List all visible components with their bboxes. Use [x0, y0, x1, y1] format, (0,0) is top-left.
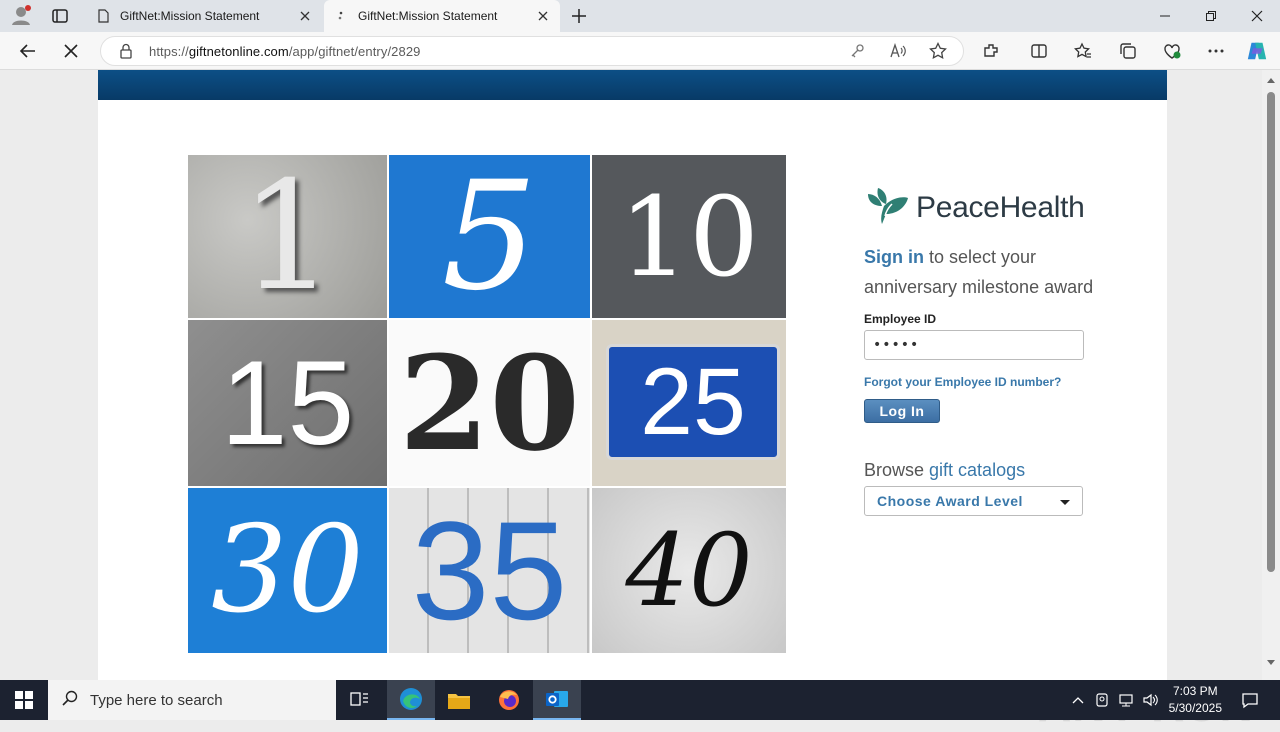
- dove-leaf-icon: [864, 184, 910, 231]
- blue-plaque: 25: [606, 344, 780, 460]
- close-tab-icon[interactable]: [536, 9, 550, 23]
- sign-in-link[interactable]: Sign in: [864, 247, 924, 267]
- page-icon: [96, 9, 110, 23]
- tab-giftnet-2[interactable]: GiftNet:Mission Statement: [324, 0, 560, 32]
- copilot-icon[interactable]: [1246, 40, 1268, 62]
- milestone-tile-15: 15: [188, 320, 387, 486]
- taskbar-search-box[interactable]: Type here to search: [48, 680, 336, 720]
- notifications-icon[interactable]: [1226, 680, 1274, 720]
- browser-tabbar: GiftNet:Mission Statement GiftNet:Missio…: [0, 0, 1280, 32]
- signin-prompt: Sign in to select your anniversary miles…: [864, 242, 1124, 302]
- back-arrow-icon[interactable]: [17, 40, 39, 62]
- key-icon[interactable]: [849, 43, 865, 64]
- browse-catalogs-heading: Browse gift catalogs: [864, 460, 1026, 480]
- milestone-tile-35: 35: [389, 488, 590, 653]
- close-window-icon[interactable]: [1234, 0, 1280, 32]
- page-viewport: 1 5 10 15 20 25 30 35 40 PeaceHealth Sig…: [0, 70, 1262, 731]
- edge-taskbar-icon[interactable]: [387, 680, 435, 720]
- milestone-tile-5: 5: [389, 155, 590, 318]
- address-bar[interactable]: https://giftnetonline.com/app/giftnet/en…: [100, 36, 964, 66]
- milestone-tile-40: 40: [592, 488, 786, 653]
- stop-loading-icon[interactable]: [60, 40, 82, 62]
- header-banner: [98, 70, 1167, 100]
- browser-toolbar: https://giftnetonline.com/app/giftnet/en…: [0, 32, 1280, 70]
- more-menu-icon[interactable]: [1205, 40, 1227, 62]
- award-level-select[interactable]: Choose Award Level: [864, 486, 1083, 516]
- browser-essentials-icon[interactable]: [1161, 40, 1183, 62]
- network-icon[interactable]: [1114, 680, 1138, 720]
- new-tab-icon[interactable]: [568, 5, 590, 27]
- page-scrollbar[interactable]: [1262, 70, 1280, 680]
- close-tab-icon[interactable]: [298, 9, 312, 23]
- extensions-icon[interactable]: [980, 40, 1002, 62]
- task-view-icon[interactable]: [336, 680, 384, 720]
- lock-icon[interactable]: [119, 43, 133, 64]
- scrollbar-thumb[interactable]: [1267, 92, 1275, 572]
- milestone-tile-25: 25: [592, 320, 786, 486]
- scroll-down-icon[interactable]: [1267, 660, 1275, 665]
- milestone-tile-20: 20: [389, 320, 590, 486]
- windows-taskbar: Type here to search 7:03 PM 5/30/2025: [0, 680, 1280, 720]
- split-screen-icon[interactable]: [1028, 40, 1050, 62]
- restore-icon[interactable]: [1188, 0, 1234, 32]
- system-clock[interactable]: 7:03 PM 5/30/2025: [1169, 683, 1222, 717]
- page-content: 1 5 10 15 20 25 30 35 40 PeaceHealth Sig…: [98, 70, 1167, 680]
- meet-now-icon[interactable]: [1090, 680, 1114, 720]
- tab-title: GiftNet:Mission Statement: [120, 9, 260, 23]
- scroll-up-icon[interactable]: [1267, 78, 1275, 83]
- favorite-star-icon[interactable]: [929, 41, 947, 65]
- collections-icon[interactable]: [1117, 40, 1139, 62]
- windows-start-icon[interactable]: [0, 680, 48, 720]
- tab-title: GiftNet:Mission Statement: [358, 9, 498, 23]
- favorites-icon[interactable]: [1072, 40, 1094, 62]
- chevron-down-icon: [1060, 500, 1070, 505]
- forgot-employee-id-link[interactable]: Forgot your Employee ID number?: [864, 375, 1061, 389]
- file-explorer-icon[interactable]: [435, 680, 483, 720]
- minimize-icon[interactable]: [1142, 0, 1188, 32]
- loading-icon: [334, 9, 348, 23]
- url-text: https://giftnetonline.com/app/giftnet/en…: [149, 44, 421, 59]
- firefox-icon[interactable]: [485, 680, 533, 720]
- tab-giftnet-1[interactable]: GiftNet:Mission Statement: [86, 0, 322, 32]
- log-in-button[interactable]: Log In: [864, 399, 940, 423]
- show-hidden-icons-icon[interactable]: [1066, 680, 1090, 720]
- gift-catalogs-link[interactable]: gift catalogs: [929, 460, 1025, 480]
- read-aloud-icon[interactable]: [889, 42, 907, 64]
- employee-id-field[interactable]: •••••: [864, 330, 1084, 360]
- employee-id-label: Employee ID: [864, 312, 937, 326]
- milestone-tile-1: 1: [188, 155, 387, 318]
- milestone-image-grid: 1 5 10 15 20 25 30 35 40: [188, 155, 786, 653]
- outlook-icon[interactable]: [533, 680, 581, 720]
- milestone-tile-10: 10: [592, 155, 786, 318]
- profile-icon[interactable]: [10, 4, 32, 26]
- peacehealth-logo: PeaceHealth: [864, 184, 1085, 231]
- brand-name: PeaceHealth: [916, 190, 1085, 224]
- tab-actions-icon[interactable]: [49, 5, 71, 27]
- search-icon: [62, 690, 78, 711]
- milestone-tile-30: 30: [188, 488, 387, 653]
- volume-icon[interactable]: [1138, 680, 1162, 720]
